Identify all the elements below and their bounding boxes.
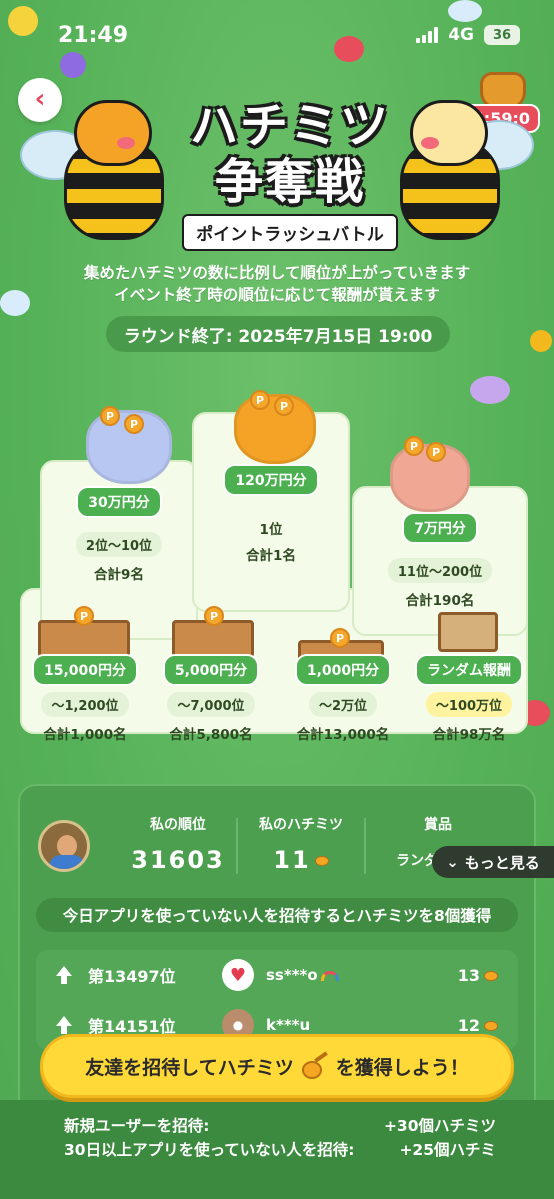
event-banner: ハチミツ 争奪戦 ポイントラッシュバトル (20, 80, 534, 260)
my-rank: 私の順位 31603 (118, 814, 238, 874)
round-end-badge: ラウンド終了: 2025年7月15日 19:00 (106, 316, 450, 352)
ranking-row[interactable]: 第13497位 ♥ ss***o 13 (36, 950, 518, 1000)
description-line-2: イベント終了時の順位に応じて報酬が貰えます (114, 286, 440, 304)
divider (236, 818, 238, 874)
honey-icon (484, 971, 498, 981)
podium-second-content: 30万円分 2位〜10位 合計9名 (40, 486, 198, 583)
battery-level: 36 (492, 27, 512, 43)
my-prize-label: 賞品 (424, 817, 452, 833)
reward-amount: 7万円分 (402, 512, 478, 544)
rank-range: 〜100万位 (425, 692, 513, 717)
winner-count: 合計1名 (246, 548, 296, 564)
tier-1000: 1,000円分 〜2万位 合計13,000名 (282, 654, 404, 743)
rank-range: 11位〜200位 (387, 558, 493, 583)
title-line-2: 争奪戦 (214, 154, 365, 210)
coin-icon: P (100, 406, 120, 426)
cta-text-before: 友達を招待してハチミツ (85, 1056, 294, 1079)
event-description: 集めたハチミツの数に比例して順位が上がっていきます イベント終了時の順位に応じて… (0, 262, 554, 306)
ranking-score: 12 (458, 1016, 498, 1035)
coin-icon: P (330, 628, 350, 648)
cta-text-after: を獲得しよう！ (335, 1056, 469, 1079)
see-more-button[interactable]: ⌄ もっと見る (432, 846, 554, 878)
ranking-score: 13 (458, 966, 498, 985)
flower-decoration (470, 376, 510, 404)
podium-first-content: 120万円分 1位 合計1名 (192, 464, 350, 564)
rank-range: 〜1,200位 (41, 692, 129, 717)
see-more-label: もっと見る (464, 853, 540, 872)
battery-icon: 36 (484, 25, 520, 45)
invite-hint-banner: 今日アプリを使っていない人を招待するとハチミツを8個獲得 (36, 898, 518, 932)
chevron-down-icon: ⌄ (446, 853, 459, 871)
rank-range: 〜2万位 (308, 692, 378, 717)
winner-count: 合計9名 (94, 567, 144, 583)
bonus-label: 30日以上アプリを使っていない人を招待: (64, 1141, 355, 1159)
bonus-row-inactive-user: 30日以上アプリを使っていない人を招待: +25個ハチミ (64, 1138, 496, 1160)
reward-amount: 15,000円分 (31, 654, 139, 686)
signal-icon (416, 27, 439, 43)
winner-count: 合計5,800名 (169, 727, 253, 743)
ranking-username: ss***o (266, 966, 339, 984)
bonus-value: +30個ハチミツ (383, 1117, 496, 1135)
my-honey: 私のハチミツ 11 (246, 814, 356, 874)
honey-icon (484, 1021, 498, 1031)
coin-icon: P (404, 436, 424, 456)
rank-range: 2位〜10位 (75, 532, 163, 557)
my-rank-label: 私の順位 (150, 817, 206, 833)
coin-icon: P (250, 390, 270, 410)
divider (364, 818, 366, 874)
ranking-username: k***u (266, 1016, 311, 1034)
network-type: 4G (448, 25, 474, 45)
my-honey-value: 11 (273, 846, 311, 874)
event-subtitle: ポイントラッシュバトル (182, 214, 398, 251)
reward-amount: 30万円分 (76, 486, 162, 518)
reward-amount: 1,000円分 (294, 654, 392, 686)
arrow-up-icon (56, 966, 72, 984)
event-title: ハチミツ 争奪戦 ポイントラッシュバトル (170, 98, 410, 251)
tier-random: ランダム報酬 〜100万位 合計98万名 (404, 654, 534, 743)
status-time: 21:49 (58, 22, 129, 48)
podium-third-content: 7万円分 11位〜200位 合計190名 (352, 512, 528, 609)
reward-amount: ランダム報酬 (415, 654, 523, 686)
description-line-1: 集めたハチミツの数に比例して順位が上がっていきます (83, 264, 471, 282)
winner-count: 合計1,000名 (43, 727, 127, 743)
avatar[interactable] (38, 820, 90, 872)
tier-15000: 15,000円分 〜1,200位 合計1,000名 (24, 654, 146, 743)
bonus-value: +25個ハチミ (399, 1141, 496, 1159)
status-indicators: 4G 36 (416, 25, 520, 45)
arrow-up-icon (56, 1016, 72, 1034)
coin-icon: P (204, 606, 224, 626)
honey-icon (314, 856, 329, 866)
bonus-row-new-user: 新規ユーザーを招待: +30個ハチミツ (64, 1114, 496, 1136)
heart-icon: ♥ (222, 959, 254, 991)
winner-count: 合計13,000名 (296, 727, 390, 743)
rainbow-icon (320, 970, 339, 981)
winner-count: 合計190名 (405, 593, 475, 609)
my-honey-row: 11 (246, 846, 356, 874)
status-bar: 21:49 4G 36 (0, 0, 554, 70)
bee-bear-left-illustration (54, 100, 174, 250)
my-honey-label: 私のハチミツ (259, 817, 343, 833)
rank-range: 1位 (259, 522, 283, 538)
honey-dipper-icon (301, 1055, 328, 1079)
flower-decoration (530, 330, 552, 352)
tier-5000: 5,000円分 〜7,000位 合計5,800名 (150, 654, 272, 743)
winner-count: 合計98万名 (432, 727, 506, 743)
invite-friends-button[interactable]: 友達を招待してハチミツ を獲得しよう！ (40, 1034, 514, 1098)
my-rank-value: 31603 (131, 846, 225, 874)
coin-icon: P (74, 606, 94, 626)
title-line-1: ハチミツ (189, 98, 390, 154)
reward-amount: 5,000円分 (162, 654, 260, 686)
coin-icon: P (426, 442, 446, 462)
reward-amount: 120万円分 (223, 464, 319, 496)
ranking-position: 第13497位 (88, 967, 176, 986)
bonus-label: 新規ユーザーを招待: (64, 1117, 210, 1135)
mystery-box-illustration (438, 612, 498, 652)
rank-range: 〜7,000位 (167, 692, 255, 717)
coin-icon: P (274, 396, 294, 416)
coin-icon: P (124, 414, 144, 434)
